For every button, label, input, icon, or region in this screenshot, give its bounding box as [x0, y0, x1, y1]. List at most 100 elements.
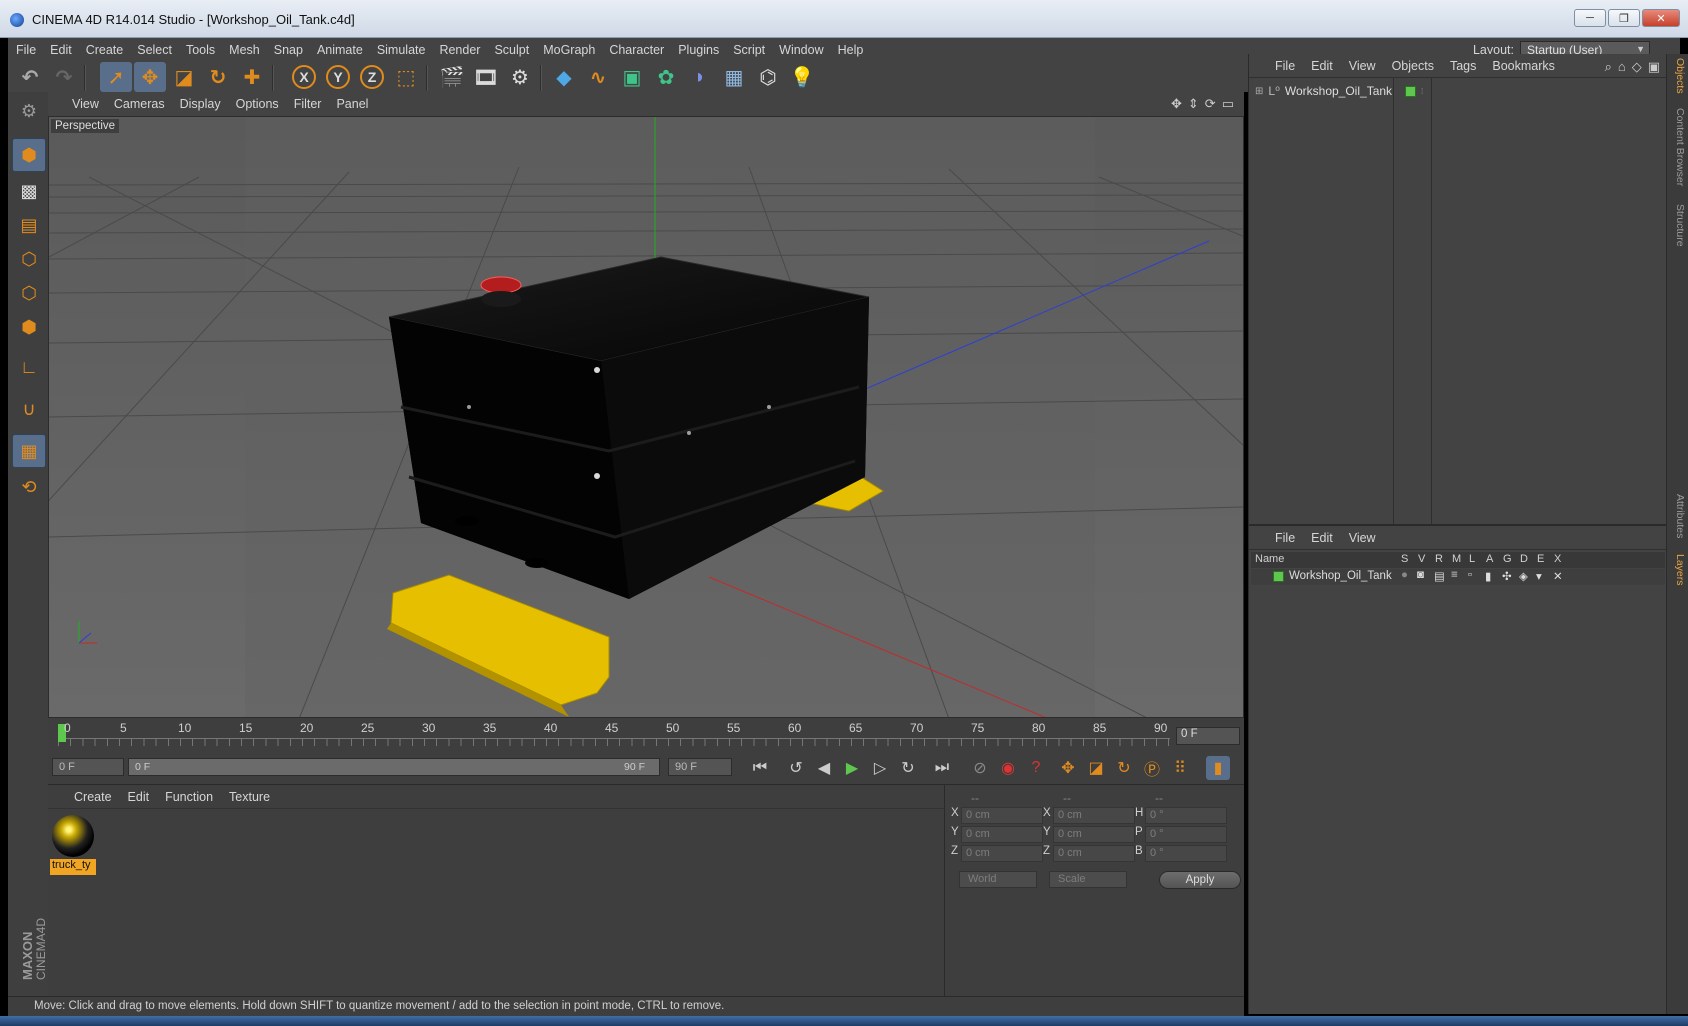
viewport-camera-label[interactable]: Perspective [51, 119, 120, 133]
home-icon[interactable]: ⌂ [1618, 59, 1626, 75]
material-name[interactable]: truck_ty [50, 859, 96, 875]
key-parameter-icon[interactable]: Ⓟ [1140, 756, 1164, 780]
size-x-field[interactable]: 0 cm [1053, 807, 1135, 824]
animation-icon[interactable]: ▮ [1485, 569, 1491, 583]
coordinate-mode-dropdown[interactable]: World [959, 871, 1037, 888]
points-mode-icon[interactable]: ⬡ [12, 242, 46, 276]
x-axis-icon[interactable]: X [288, 62, 320, 92]
menu-mograph[interactable]: MoGraph [543, 43, 595, 57]
undo-icon[interactable]: ↶ [14, 62, 46, 92]
play-icon[interactable]: ▶ [840, 756, 864, 780]
zoom-view-icon[interactable]: ⇕ [1188, 96, 1199, 112]
camera-icon[interactable]: ⌬ [752, 62, 784, 92]
deformer-toggle-icon[interactable]: ◈ [1519, 569, 1528, 583]
material-menu-edit[interactable]: Edit [128, 790, 150, 804]
texture-mode-icon[interactable]: ▩ [12, 174, 46, 208]
range-slider[interactable]: 0 F 90 F [128, 758, 660, 776]
axis-mode-icon[interactable]: ∟ [12, 350, 46, 384]
next-frame-icon[interactable]: ▷ [868, 756, 892, 780]
expand-icon[interactable]: ⊞ [1255, 86, 1263, 97]
coordinate-system-icon[interactable]: ⬚ [390, 62, 422, 92]
timeline[interactable]: 0 5 10 15 20 25 30 35 40 45 50 55 60 65 … [48, 718, 1244, 750]
collapse-icon[interactable]: ◇ [1632, 59, 1642, 75]
new-view-icon[interactable]: ▣ [1648, 59, 1660, 75]
floor-icon[interactable]: ▦ [718, 62, 750, 92]
menu-snap[interactable]: Snap [274, 43, 303, 57]
spline-icon[interactable]: ∿ [582, 62, 614, 92]
layers-menu-file[interactable]: File [1275, 531, 1295, 545]
close-button[interactable]: ✕ [1642, 9, 1680, 27]
lock-icon[interactable]: ▫ [1468, 569, 1472, 581]
menu-mesh[interactable]: Mesh [229, 43, 260, 57]
restore-button[interactable]: ❐ [1608, 9, 1640, 27]
layers-menu-edit[interactable]: Edit [1311, 531, 1333, 545]
column-xref[interactable]: X [1554, 553, 1561, 565]
next-key-icon[interactable]: ↻ [896, 756, 920, 780]
size-y-field[interactable]: 0 cm [1053, 826, 1135, 843]
layer-color-tag[interactable] [1405, 85, 1417, 97]
viewport-menu-panel[interactable]: Panel [336, 97, 368, 111]
layers-menu-view[interactable]: View [1349, 531, 1376, 545]
menu-help[interactable]: Help [838, 43, 864, 57]
edit-render-settings-icon[interactable]: ⚙ [504, 62, 536, 92]
material-menu-function[interactable]: Function [165, 790, 213, 804]
redo-icon[interactable]: ↷ [48, 62, 80, 92]
apply-button[interactable]: Apply [1159, 871, 1241, 889]
viewport-menu-view[interactable]: View [72, 97, 99, 111]
size-mode-dropdown[interactable]: Scale [1049, 871, 1127, 888]
move-view-icon[interactable]: ✥ [1171, 96, 1182, 112]
objects-menu-objects[interactable]: Objects [1392, 59, 1434, 73]
menu-render[interactable]: Render [439, 43, 480, 57]
material-preview-swatch[interactable] [52, 815, 94, 857]
previous-key-icon[interactable]: ↺ [784, 756, 808, 780]
position-y-field[interactable]: 0 cm [961, 826, 1043, 843]
viewport-menu-cameras[interactable]: Cameras [114, 97, 165, 111]
z-axis-icon[interactable]: Z [356, 62, 388, 92]
menu-window[interactable]: Window [779, 43, 823, 57]
magnet-icon[interactable]: ∪ [12, 392, 46, 426]
key-scale-icon[interactable]: ◪ [1084, 756, 1108, 780]
menu-simulate[interactable]: Simulate [377, 43, 426, 57]
objects-menu-edit[interactable]: Edit [1311, 59, 1333, 73]
menu-animate[interactable]: Animate [317, 43, 363, 57]
tab-content-browser[interactable]: Content Browser [1670, 108, 1686, 186]
objects-menu-view[interactable]: View [1349, 59, 1376, 73]
y-axis-icon[interactable]: Y [322, 62, 354, 92]
object-row[interactable]: ⊞ L⁰ Workshop_Oil_Tank ⁞ [1255, 82, 1423, 100]
layer-color-swatch[interactable] [1273, 571, 1284, 582]
key-position-icon[interactable]: ✥ [1056, 756, 1080, 780]
tab-structure[interactable]: Structure [1670, 204, 1686, 247]
column-solo[interactable]: S [1401, 553, 1408, 565]
scale-icon[interactable]: ◪ [168, 62, 200, 92]
menu-edit[interactable]: Edit [50, 43, 72, 57]
tab-layers[interactable]: Layers [1670, 554, 1686, 586]
column-animation[interactable]: A [1486, 553, 1493, 565]
deformer-icon[interactable]: ◗ [684, 62, 716, 92]
autokey-icon[interactable]: ◉ [996, 756, 1020, 780]
column-locked[interactable]: L [1469, 553, 1475, 565]
column-name[interactable]: Name [1255, 553, 1284, 565]
previous-frame-icon[interactable]: ◀ [812, 756, 836, 780]
workplane-mode-icon[interactable]: ▤ [12, 208, 46, 242]
solo-icon[interactable]: ● [1401, 569, 1408, 581]
column-expressions[interactable]: E [1537, 553, 1544, 565]
start-frame-field[interactable]: 0 F [52, 758, 124, 776]
viewport-menu-filter[interactable]: Filter [294, 97, 322, 111]
live-selection-icon[interactable]: ➚ [100, 62, 132, 92]
go-to-start-icon[interactable]: ⏮ [748, 756, 772, 780]
nurbs-icon[interactable]: ▣ [616, 62, 648, 92]
expression-icon[interactable]: ▾ [1536, 569, 1542, 583]
menu-sculpt[interactable]: Sculpt [494, 43, 529, 57]
maximize-view-icon[interactable]: ▭ [1222, 96, 1234, 112]
render-icon[interactable]: ▤ [1434, 569, 1445, 583]
layer-name[interactable]: Workshop_Oil_Tank [1289, 570, 1392, 582]
move-icon[interactable]: ✥ [134, 62, 166, 92]
rotation-b-field[interactable]: 0 ° [1145, 845, 1227, 862]
menu-plugins[interactable]: Plugins [678, 43, 719, 57]
menu-script[interactable]: Script [733, 43, 765, 57]
material-menu-texture[interactable]: Texture [229, 790, 270, 804]
position-z-field[interactable]: 0 cm [961, 845, 1043, 862]
position-x-field[interactable]: 0 cm [961, 807, 1043, 824]
viewport-menu-options[interactable]: Options [236, 97, 279, 111]
make-editable-icon[interactable]: ⚙ [12, 94, 46, 128]
